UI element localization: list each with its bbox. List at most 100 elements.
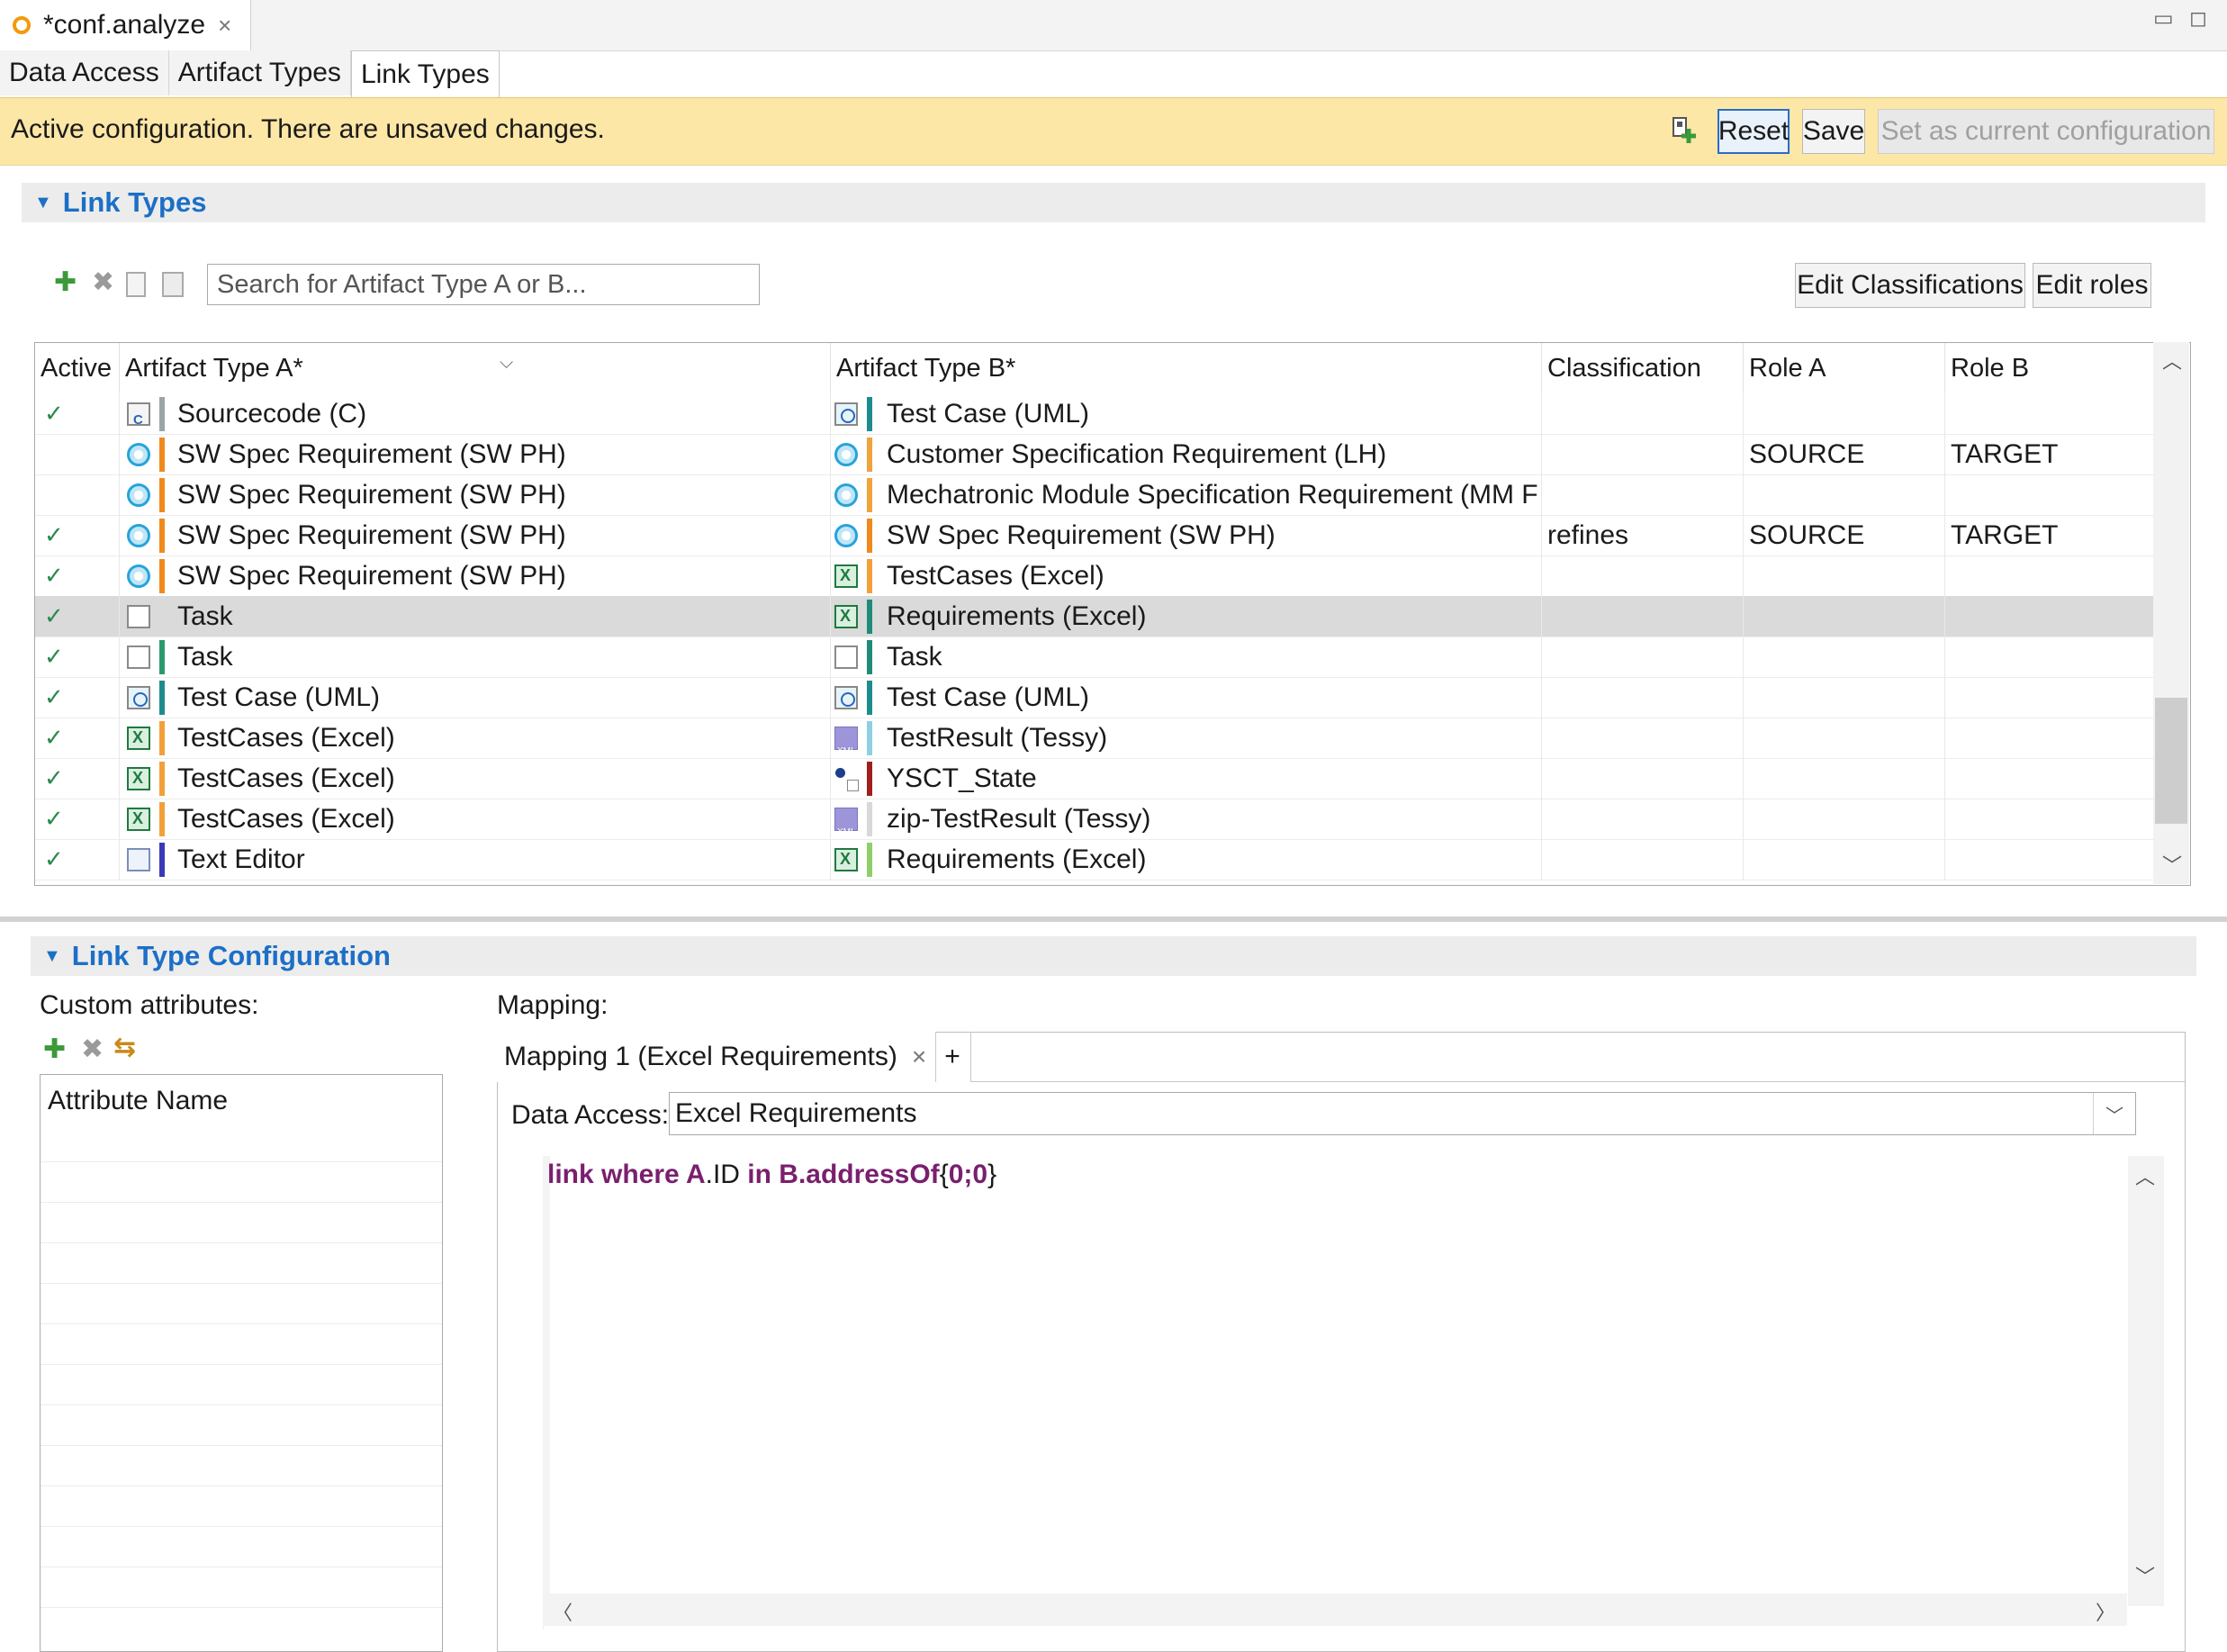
role-b-cell[interactable] <box>1945 758 2156 799</box>
artifact-type-b-cell[interactable]: Test Case (UML) <box>831 393 1542 434</box>
role-b-cell[interactable] <box>1945 799 2156 839</box>
set-current-configuration-button[interactable]: Set as current configuration <box>1878 109 2214 154</box>
active-cell[interactable]: ✓ <box>35 393 120 434</box>
table-row[interactable]: SW Spec Requirement (SW PH) Mechatronic M… <box>35 474 2156 516</box>
tab-link-types[interactable]: Link Types <box>350 50 500 98</box>
artifact-type-b-cell[interactable]: Test Case (UML) <box>831 677 1542 718</box>
edit-classifications-button[interactable]: Edit Classifications <box>1795 263 2025 308</box>
role-a-cell[interactable] <box>1744 839 1945 880</box>
classification-cell[interactable] <box>1542 799 1744 839</box>
delete-icon[interactable]: ✖ <box>92 266 114 298</box>
mapping-tab[interactable]: Mapping 1 (Excel Requirements) × <box>497 1032 937 1082</box>
attribute-name-header[interactable]: Attribute Name <box>48 1086 228 1116</box>
active-cell[interactable] <box>35 474 120 515</box>
code-horizontal-scrollbar[interactable] <box>543 1593 2127 1626</box>
artifact-type-b-cell[interactable]: TestResult (Tessy) <box>831 718 1542 758</box>
table-row[interactable]: ✓ Test Case (UML) Test Case (UML) <box>35 677 2156 718</box>
collapse-triangle-icon[interactable]: ▼ <box>34 193 52 213</box>
mapping-code-editor[interactable] <box>543 1156 2164 1629</box>
classification-cell[interactable] <box>1542 839 1744 880</box>
close-icon[interactable]: × <box>912 1043 926 1071</box>
table-row[interactable]: ✓ Task Task <box>35 636 2156 678</box>
close-icon[interactable]: × <box>218 12 231 40</box>
artifact-type-b-cell[interactable]: YSCT_State <box>831 758 1542 799</box>
minimize-icon[interactable]: ▭ <box>2153 5 2174 32</box>
active-cell[interactable]: ✓ <box>35 636 120 677</box>
collapse-triangle-icon[interactable]: ▼ <box>43 946 61 967</box>
swap-icon[interactable]: ⇆ <box>113 1032 136 1063</box>
scroll-up-icon[interactable]: ︿ <box>2135 1161 2155 1190</box>
table-scroll-thumb[interactable] <box>2155 698 2187 824</box>
classification-cell[interactable] <box>1542 434 1744 474</box>
copy-icon[interactable] <box>126 272 146 297</box>
active-cell[interactable]: ✓ <box>35 839 120 880</box>
artifact-type-b-cell[interactable]: SW Spec Requirement (SW PH) <box>831 515 1542 555</box>
scroll-left-icon[interactable]: 〈 <box>553 1597 573 1626</box>
role-a-cell[interactable] <box>1744 758 1945 799</box>
artifact-type-b-cell[interactable]: Task <box>831 636 1542 677</box>
role-a-cell[interactable] <box>1744 636 1945 677</box>
role-a-cell[interactable]: SOURCE <box>1744 515 1945 555</box>
artifact-type-a-cell[interactable]: SW Spec Requirement (SW PH) <box>120 515 831 555</box>
classification-cell[interactable] <box>1542 636 1744 677</box>
role-b-cell[interactable] <box>1945 474 2156 515</box>
active-cell[interactable]: ✓ <box>35 718 120 758</box>
artifact-type-a-cell[interactable]: Task <box>120 596 831 636</box>
sash-divider[interactable] <box>0 916 2227 922</box>
add-mapping-button[interactable]: + <box>934 1032 971 1082</box>
table-row[interactable]: SW Spec Requirement (SW PH) Customer Spec… <box>35 434 2156 475</box>
classification-cell[interactable] <box>1542 393 1744 434</box>
artifact-type-a-cell[interactable]: TestCases (Excel) <box>120 799 831 839</box>
artifact-type-a-cell[interactable]: SW Spec Requirement (SW PH) <box>120 474 831 515</box>
role-a-cell[interactable] <box>1744 555 1945 596</box>
plus-icon[interactable]: ✚ <box>54 266 77 298</box>
artifact-type-a-cell[interactable]: TestCases (Excel) <box>120 758 831 799</box>
table-row[interactable]: ✓ SW Spec Requirement (SW PH) TestCases (E… <box>35 555 2156 597</box>
column-header-artifact-type-b[interactable]: Artifact Type B* <box>831 343 1542 393</box>
table-row[interactable]: ✓ Sourcecode (C) Test Case (UML) <box>35 393 2156 435</box>
artifact-type-b-cell[interactable]: zip-TestResult (Tessy) <box>831 799 1542 839</box>
table-row[interactable]: ✓ TestCases (Excel) YSCT_State <box>35 758 2156 799</box>
role-a-cell[interactable] <box>1744 474 1945 515</box>
classification-cell[interactable] <box>1542 474 1744 515</box>
save-button[interactable]: Save <box>1802 109 1865 154</box>
artifact-type-b-cell[interactable]: Customer Specification Requirement (LH) <box>831 434 1542 474</box>
edit-roles-button[interactable]: Edit roles <box>2033 263 2151 308</box>
role-b-cell[interactable] <box>1945 839 2156 880</box>
artifact-type-a-cell[interactable]: TestCases (Excel) <box>120 718 831 758</box>
table-row[interactable]: ✓ TestCases (Excel) zip-TestResult (Tessy) <box>35 799 2156 840</box>
classification-cell[interactable] <box>1542 758 1744 799</box>
scroll-up-icon[interactable]: ︿ <box>2162 346 2182 375</box>
classification-cell[interactable] <box>1542 677 1744 718</box>
role-a-cell[interactable] <box>1744 718 1945 758</box>
artifact-type-a-cell[interactable]: Task <box>120 636 831 677</box>
active-cell[interactable]: ✓ <box>35 758 120 799</box>
tab-data-access[interactable]: Data Access <box>0 50 169 95</box>
code-vertical-scrollbar[interactable] <box>2128 1156 2164 1606</box>
column-header-role-b[interactable]: Role B <box>1945 343 2156 393</box>
role-a-cell[interactable] <box>1744 393 1945 434</box>
role-b-cell[interactable] <box>1945 718 2156 758</box>
artifact-type-b-cell[interactable]: Requirements (Excel) <box>831 839 1542 880</box>
artifact-type-search-input[interactable] <box>207 264 760 305</box>
scroll-right-icon[interactable]: 〉 <box>2096 1597 2115 1626</box>
artifact-type-b-cell[interactable]: Requirements (Excel) <box>831 596 1542 636</box>
role-b-cell[interactable]: TARGET <box>1945 515 2156 555</box>
paste-icon[interactable] <box>162 272 184 297</box>
column-header-active[interactable]: Active <box>35 343 120 393</box>
link-types-section-header[interactable]: ▼ Link Types <box>22 183 2205 222</box>
sort-icon[interactable]: ⌵ <box>500 343 513 388</box>
classification-cell[interactable] <box>1542 555 1744 596</box>
artifact-type-a-cell[interactable]: Text Editor <box>120 839 831 880</box>
scroll-down-icon[interactable]: ﹀ <box>2135 1561 2155 1590</box>
table-row[interactable]: ✓ Text Editor Requirements (Excel) <box>35 839 2156 880</box>
reset-button[interactable]: Reset <box>1718 109 1790 154</box>
role-b-cell[interactable] <box>1945 636 2156 677</box>
tab-artifact-types[interactable]: Artifact Types <box>168 50 351 95</box>
column-header-role-a[interactable]: Role A <box>1744 343 1945 393</box>
new-config-icon[interactable] <box>1671 116 1700 145</box>
artifact-type-a-cell[interactable]: SW Spec Requirement (SW PH) <box>120 555 831 596</box>
table-row[interactable]: ✓ SW Spec Requirement (SW PH) SW Spec Requ… <box>35 515 2156 556</box>
classification-cell[interactable] <box>1542 596 1744 636</box>
role-a-cell[interactable] <box>1744 799 1945 839</box>
